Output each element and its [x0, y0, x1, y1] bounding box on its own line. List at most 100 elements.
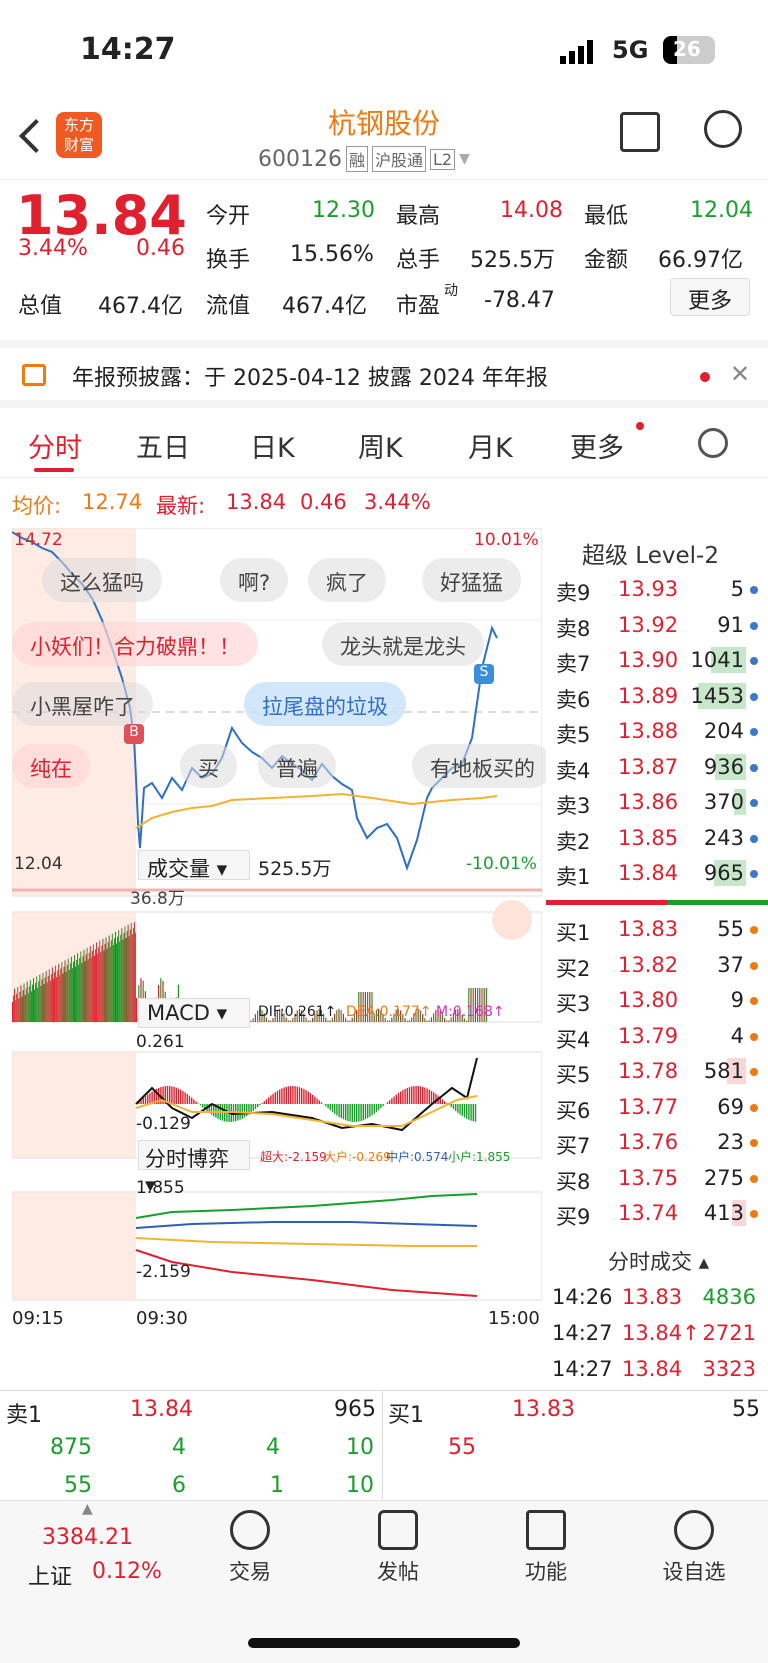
volume-bar — [84, 961, 86, 1022]
notice-bar[interactable]: 年报预披露：于 2025-04-12 披露 2024 年年报 ✕ — [0, 340, 768, 408]
order-queue: 卖1 13.84 965 买1 13.83 55 875 4 4 10 55 5… — [0, 1390, 768, 1501]
volume-bar — [102, 938, 104, 1022]
volume-bar — [114, 931, 116, 1022]
macd-bar — [468, 1104, 470, 1120]
volume-selector[interactable]: 成交量 ▾ — [138, 850, 250, 881]
bid-row[interactable]: 买8 13.75 275 — [552, 1161, 762, 1196]
macd-bar — [455, 1104, 457, 1112]
comment-bubble[interactable]: 普遍 — [258, 744, 336, 788]
level-label: 买1 — [556, 921, 591, 945]
avg-value: 12.74 — [82, 490, 143, 514]
close-icon[interactable]: ✕ — [730, 360, 750, 388]
volume-bar — [389, 1020, 391, 1022]
ask-row[interactable]: 卖1 13.84 965 — [552, 856, 762, 891]
tab-five-day[interactable]: 五日 — [136, 426, 190, 465]
tab-functions[interactable]: 功能 — [496, 1510, 596, 1586]
volume-bar — [250, 1020, 252, 1022]
ask-row[interactable]: 卖5 13.88 204 — [552, 714, 762, 749]
tab-post[interactable]: 发帖 — [348, 1510, 448, 1586]
macd-bar — [419, 1086, 422, 1104]
volume-bar — [408, 1020, 410, 1022]
level2-panel[interactable]: 超级 Level-2 卖9 13.93 5 卖8 13.92 91 卖7 13.90 1041 卖… — [546, 528, 768, 1381]
comment-bubble[interactable]: 买 — [180, 744, 237, 788]
level-label: 卖7 — [556, 652, 591, 676]
volume-bar — [47, 975, 49, 1022]
chart-tabs: 分时 五日 日K 周K 月K 更多 — [0, 408, 768, 478]
comment-bubble[interactable]: 小黑屋咋了 — [12, 682, 153, 726]
volume-bar — [20, 985, 22, 1022]
tab-trade[interactable]: 交易 — [200, 1510, 300, 1586]
volume-bar — [16, 993, 18, 1022]
comment-bubble[interactable]: 拉尾盘的垃圾 — [244, 682, 406, 726]
volume-bar — [309, 1020, 311, 1022]
volume-bar — [74, 955, 75, 1022]
comment-bubble[interactable]: 小妖们！合力破鼎！！ — [12, 622, 258, 666]
volume-bar — [68, 969, 70, 1022]
comment-bubble[interactable]: 这么猛吗 — [42, 558, 162, 602]
volume-bar — [14, 988, 16, 1022]
bid-row[interactable]: 买4 13.79 4 — [552, 1019, 762, 1054]
macd-bar — [296, 1086, 298, 1104]
volume-bar — [37, 987, 39, 1022]
bid-row[interactable]: 买1 13.83 55 — [552, 912, 762, 947]
trade-row: 14:26 13.83 4836 — [552, 1280, 762, 1315]
ask-row[interactable]: 卖9 13.93 5 — [552, 572, 762, 607]
fsbo-selector[interactable]: 分时博弈 ▾ — [138, 1140, 250, 1197]
bid-row[interactable]: 买5 13.78 581 — [552, 1054, 762, 1089]
tab-monthly-k[interactable]: 月K — [468, 426, 513, 465]
comment-bubble[interactable]: 啊? — [220, 558, 289, 602]
index-expand-icon[interactable]: ▲ — [82, 1501, 93, 1517]
tab-weekly-k[interactable]: 周K — [358, 426, 403, 465]
intraday-chart[interactable]: 14.72 12.04 10.01% -10.01% 这么猛吗 啊? 疯了 好猛… — [12, 528, 553, 1380]
macd-bar — [397, 1093, 400, 1104]
ask-row[interactable]: 卖7 13.90 1041 — [552, 643, 762, 678]
chevron-down-icon[interactable]: ▼ — [459, 151, 470, 167]
ask-row[interactable]: 卖8 13.92 91 — [552, 608, 762, 643]
level-price: 13.93 — [618, 577, 679, 601]
comment-bubble[interactable]: 疯了 — [308, 558, 386, 602]
ask-row[interactable]: 卖2 13.85 243 — [552, 821, 762, 856]
bid-row[interactable]: 买2 13.82 37 — [552, 948, 762, 983]
more-button[interactable]: 更多 — [670, 278, 750, 316]
level2-title: 超级 Level-2 — [582, 543, 719, 569]
volume-bar — [15, 1000, 17, 1022]
expand-icon[interactable] — [492, 900, 532, 940]
bid-row[interactable]: 买3 13.80 9 — [552, 983, 762, 1018]
volume-bar — [98, 947, 100, 1022]
bid-row[interactable]: 买6 13.77 69 — [552, 1090, 762, 1125]
tab-add-watchlist[interactable]: 设自选 — [644, 1510, 744, 1586]
level-label: 买7 — [556, 1134, 591, 1158]
comment-bubble[interactable]: 好猛猛 — [422, 558, 521, 602]
macd-selector[interactable]: MACD ▾ — [138, 998, 250, 1028]
ask-row[interactable]: 卖6 13.89 1453 — [552, 679, 762, 714]
tab-more[interactable]: 更多 — [570, 426, 624, 465]
search-icon[interactable] — [704, 110, 742, 148]
comment-bubble[interactable]: 有地板买的 — [412, 744, 553, 788]
index-value[interactable]: 3384.21 — [42, 1525, 133, 1550]
volume-max-label: 36.8万 — [130, 889, 185, 909]
comment-bubble[interactable]: 纯在 — [12, 744, 90, 788]
bid-row[interactable]: 买7 13.76 23 — [552, 1125, 762, 1160]
tab-intraday[interactable]: 分时 — [28, 426, 82, 465]
macd-bar — [428, 1089, 430, 1104]
tab-daily-k[interactable]: 日K — [250, 426, 295, 465]
trade-time: 14:26 — [552, 1285, 613, 1309]
macd-bar — [408, 1087, 411, 1104]
macd-bar — [197, 1103, 199, 1104]
comment-bubble[interactable]: 龙头就是龙头 — [322, 622, 484, 666]
gear-icon[interactable] — [698, 428, 728, 458]
level-volume: 581 — [703, 1059, 744, 1083]
ask-row[interactable]: 卖3 13.86 370 — [552, 785, 762, 820]
level-dot — [750, 997, 758, 1005]
level-dot — [750, 1174, 758, 1183]
volume-bar — [17, 987, 19, 1022]
queue-buy1-price: 13.83 — [512, 1397, 575, 1422]
amount-value: 66.97亿 — [658, 248, 743, 273]
bid-row[interactable]: 买9 13.74 413 — [552, 1196, 762, 1231]
macd-bar — [450, 1104, 452, 1108]
macd-bar — [265, 1099, 268, 1104]
trades-title[interactable]: 分时成交 ▴ — [608, 1246, 709, 1276]
macd-bar — [303, 1089, 305, 1104]
ask-row[interactable]: 卖4 13.87 936 — [552, 750, 762, 785]
share-icon[interactable] — [620, 112, 660, 152]
